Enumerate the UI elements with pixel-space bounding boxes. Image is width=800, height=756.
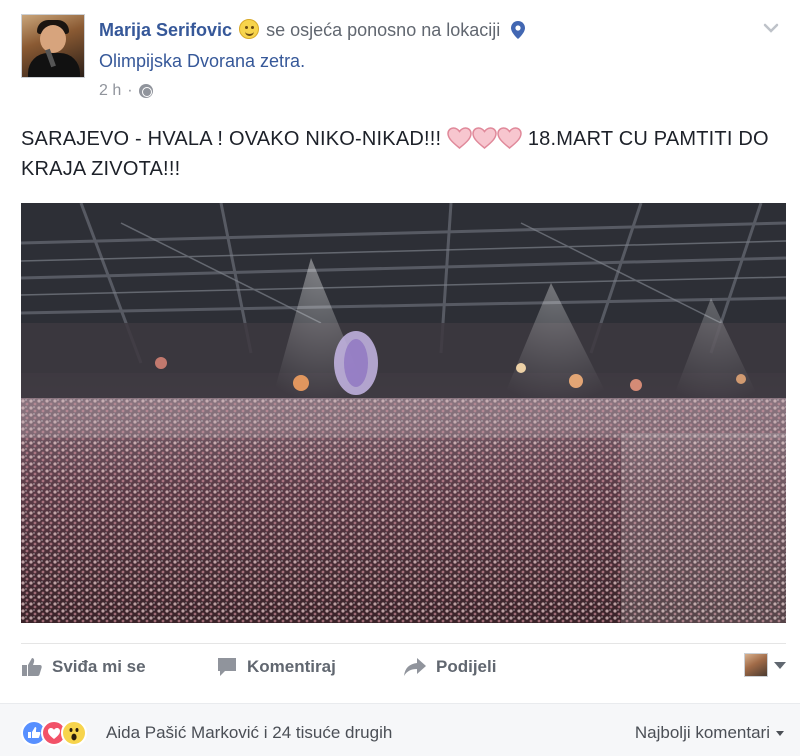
reaction-icons[interactable] (21, 720, 105, 746)
timestamp[interactable]: 2 h (99, 82, 121, 100)
chevron-down-icon[interactable] (761, 18, 781, 38)
share-label: Podijeli (436, 657, 497, 676)
comment-button[interactable]: Komentiraj (216, 645, 336, 689)
concert-crowd-arena-photo[interactable] (21, 203, 786, 623)
thumbs-up-icon (22, 658, 42, 676)
globe-icon[interactable] (138, 84, 153, 98)
post-header: Marija Serifovic se osjeća ponosno na lo… (21, 14, 781, 104)
like-label: Sviđa mi se (52, 657, 146, 676)
comment-bubble-icon (218, 658, 236, 676)
post-as-selector[interactable] (744, 653, 786, 677)
separator-dot: · (127, 82, 133, 99)
like-button[interactable]: Sviđa mi se (21, 645, 146, 689)
post-text: SARAJEVO - HVALA ! OVAKO NIKO-NIKAD!!! 1… (21, 124, 781, 184)
actions-divider (21, 643, 786, 644)
reactions-bar: Aida Pašić Marković i 24 tisuće drugih N… (0, 703, 800, 756)
wow-reaction-icon (61, 720, 87, 746)
comment-sort-dropdown[interactable]: Najbolji komentari (635, 723, 784, 743)
post-actions: Sviđa mi se Komentiraj Podijeli (21, 645, 786, 689)
heart-icon (472, 127, 497, 149)
activity-text: se osjeća ponosno na lokaciji (266, 20, 501, 40)
heart-icon (497, 127, 522, 149)
author-name[interactable]: Marija Serifovic (99, 20, 232, 40)
share-button[interactable]: Podijeli (403, 645, 496, 689)
heart-icon (447, 127, 472, 149)
location-link[interactable]: Olimpijska Dvorana zetra. (99, 49, 305, 73)
mini-avatar (744, 653, 768, 677)
post-text-part1: SARAJEVO - HVALA ! OVAKO NIKO-NIKAD!!! (21, 128, 442, 150)
caret-down-icon (776, 730, 784, 736)
location-pin-icon (511, 21, 526, 45)
share-arrow-icon (404, 658, 426, 676)
heart-icons (447, 127, 528, 150)
comment-label: Komentiraj (247, 657, 336, 676)
author-avatar[interactable] (21, 14, 85, 78)
post-meta: 2 h · (99, 82, 153, 100)
caret-down-icon (774, 661, 786, 669)
slightly-smiling-face-icon (239, 19, 260, 39)
comment-sort-label: Najbolji komentari (634, 723, 770, 742)
header-line: Marija Serifovic se osjeća ponosno na lo… (99, 18, 526, 45)
reaction-summary[interactable]: Aida Pašić Marković i 24 tisuće drugih (106, 723, 392, 743)
